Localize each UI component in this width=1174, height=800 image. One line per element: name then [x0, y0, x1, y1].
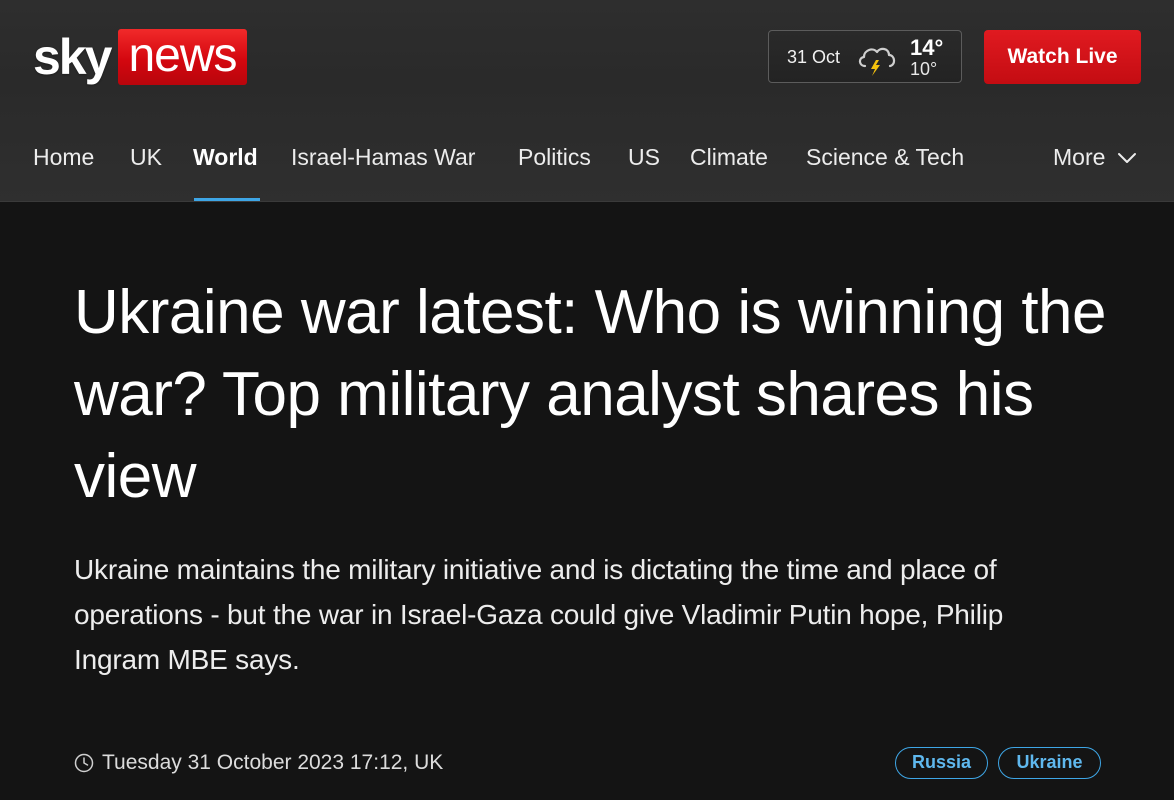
- nav-item-home[interactable]: Home: [33, 144, 94, 171]
- active-nav-indicator: [194, 198, 260, 202]
- weather-date: 31 Oct: [787, 47, 841, 67]
- article-standfirst: Ukraine maintains the military initiativ…: [74, 554, 1004, 675]
- nav-item-climate[interactable]: Climate: [690, 144, 768, 171]
- article-timestamp: Tuesday 31 October 2023 17:12, UK: [102, 751, 444, 774]
- nav-more-button[interactable]: More: [1053, 144, 1105, 171]
- nav-item-uk[interactable]: UK: [130, 144, 162, 171]
- weather-high-temp: 14°: [910, 35, 944, 60]
- sky-news-logo[interactable]: sky news: [33, 29, 247, 85]
- nav-item-world[interactable]: World: [193, 144, 258, 171]
- clock-icon: [74, 753, 94, 773]
- tag-ukraine[interactable]: Ukraine: [998, 747, 1101, 779]
- cloud-lightning-icon: [858, 47, 896, 76]
- tag-russia[interactable]: Russia: [895, 747, 988, 779]
- weather-widget[interactable]: 31 Oct 14° 10°: [768, 30, 962, 83]
- logo-sky-text: sky: [33, 29, 112, 85]
- logo-news-text: news: [118, 29, 247, 85]
- article-headline: Ukraine war latest: Who is winning the w…: [74, 278, 1107, 511]
- nav-item-science-tech[interactable]: Science & Tech: [806, 144, 964, 171]
- nav-item-politics[interactable]: Politics: [518, 144, 591, 171]
- chevron-down-icon[interactable]: [1117, 150, 1137, 166]
- watch-live-button[interactable]: Watch Live: [984, 30, 1141, 84]
- nav-item-israel-hamas-war[interactable]: Israel-Hamas War: [291, 144, 475, 171]
- weather-low-temp: 10°: [910, 59, 938, 79]
- site-header: sky news 31 Oct 14° 10° Watch Live Home …: [0, 0, 1174, 202]
- article-meta: Tuesday 31 October 2023 17:12, UK: [74, 748, 443, 778]
- nav-item-us[interactable]: US: [628, 144, 660, 171]
- main-nav: Home UK World Israel-Hamas War Politics …: [0, 132, 1174, 202]
